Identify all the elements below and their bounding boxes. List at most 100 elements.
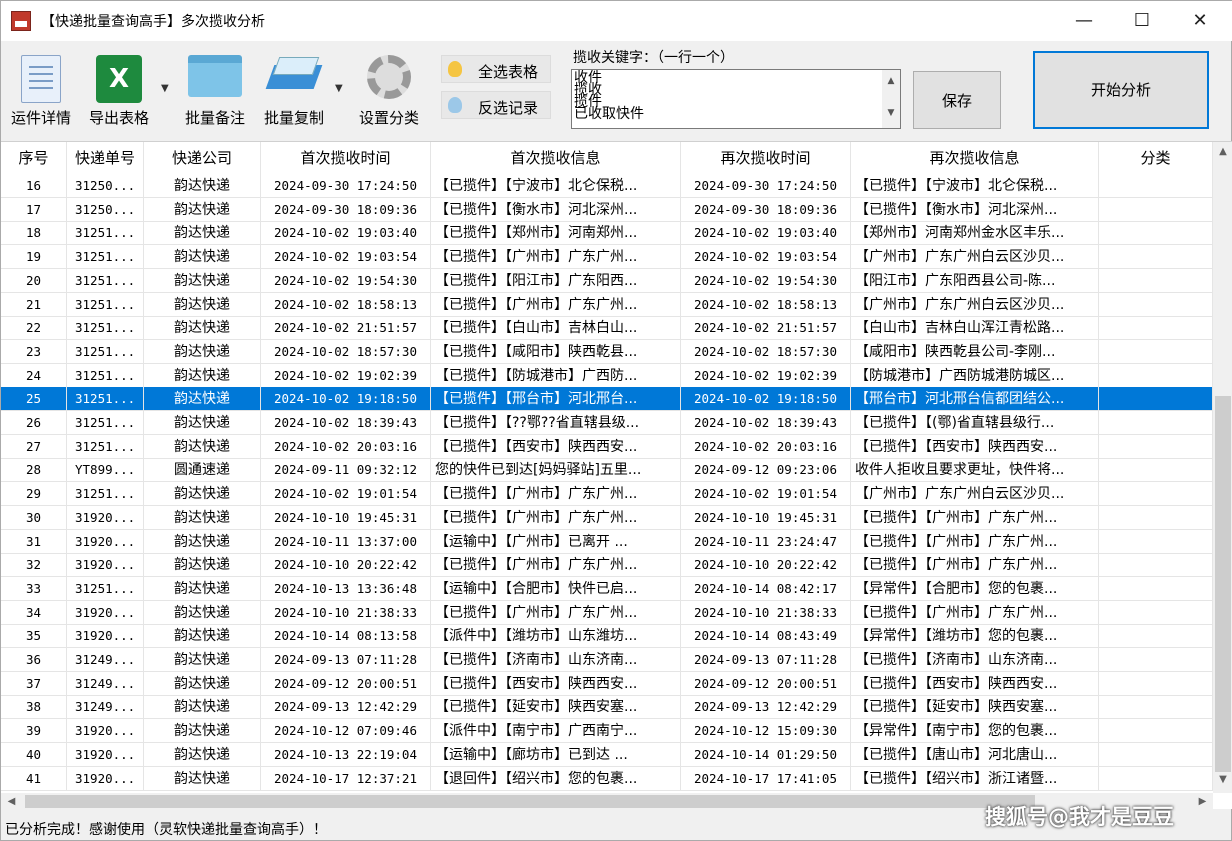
column-header[interactable]: 序号 bbox=[1, 142, 67, 174]
table-row[interactable]: 20 31251... 韵达快递 2024-10-02 19:54:30 【已揽件】【阳… bbox=[1, 268, 1213, 293]
column-header[interactable]: 分类 bbox=[1099, 142, 1213, 174]
courier-cell: 韵达快递 bbox=[144, 221, 261, 246]
scroll-down-icon[interactable]: ▼ bbox=[882, 108, 900, 118]
first-time-cell: 2024-10-02 19:02:39 bbox=[261, 363, 431, 388]
category-cell bbox=[1099, 671, 1213, 696]
export-button[interactable]: X 导出表格 bbox=[85, 49, 153, 133]
second-time-cell: 2024-10-14 08:43:49 bbox=[681, 624, 851, 649]
folder-icon bbox=[188, 55, 242, 97]
scroll-left-icon[interactable]: ◀ bbox=[3, 793, 20, 809]
table-row[interactable]: 28 YT899... 圆通速递 2024-09-11 09:32:12 您的快件已到达… bbox=[1, 458, 1213, 483]
courier-cell: 韵达快递 bbox=[144, 434, 261, 459]
table-row[interactable]: 31 31920... 韵达快递 2024-10-11 13:37:00 【运输中】【广… bbox=[1, 529, 1213, 554]
second-info-cell: 【异常件】【南宁市】您的包裹... bbox=[851, 719, 1099, 744]
table-row[interactable]: 39 31920... 韵达快递 2024-10-12 07:09:46 【派件中】【南… bbox=[1, 719, 1213, 744]
column-header[interactable]: 再次揽收信息 bbox=[851, 142, 1099, 174]
scroll-up-icon[interactable]: ▲ bbox=[882, 76, 900, 86]
index-cell: 27 bbox=[1, 434, 67, 459]
scroll-up-icon[interactable]: ▲ bbox=[1213, 146, 1232, 163]
first-time-cell: 2024-09-30 18:09:36 bbox=[261, 197, 431, 222]
vertical-scroll-thumb[interactable] bbox=[1215, 396, 1231, 772]
copy-dropdown-icon[interactable]: ▼ bbox=[335, 83, 343, 94]
first-info-cell: 【退回件】【绍兴市】您的包裹... bbox=[431, 766, 681, 791]
table-row[interactable]: 29 31251... 韵达快递 2024-10-02 19:01:54 【已揽件】【广… bbox=[1, 482, 1213, 507]
index-cell: 39 bbox=[1, 719, 67, 744]
table-row[interactable]: 33 31251... 韵达快递 2024-10-13 13:36:48 【运输中】【合… bbox=[1, 576, 1213, 601]
category-button[interactable]: 设置分类 bbox=[355, 49, 423, 133]
gear-icon bbox=[367, 55, 411, 99]
courier-cell: 韵达快递 bbox=[144, 482, 261, 507]
second-time-cell: 2024-10-02 19:02:39 bbox=[681, 363, 851, 388]
table-row[interactable]: 34 31920... 韵达快递 2024-10-10 21:38:33 【已揽件】【广… bbox=[1, 600, 1213, 625]
table-row[interactable]: 35 31920... 韵达快递 2024-10-14 08:13:58 【派件中】【潍… bbox=[1, 624, 1213, 649]
table-row[interactable]: 38 31249... 韵达快递 2024-09-13 12:42:29 【已揽件】【延… bbox=[1, 695, 1213, 720]
keywords-scrollbar[interactable]: ▲ ▼ bbox=[882, 70, 900, 128]
window-title: 【快递批量查询高手】多次揽收分析 bbox=[41, 14, 265, 30]
table-row[interactable]: 41 31920... 韵达快递 2024-10-17 12:37:21 【退回件】【绍… bbox=[1, 766, 1213, 791]
table-row[interactable]: 32 31920... 韵达快递 2024-10-10 20:22:42 【已揽件】【广… bbox=[1, 553, 1213, 578]
batch-note-button[interactable]: 批量备注 bbox=[181, 49, 249, 133]
results-table[interactable]: 序号 快递单号 快递公司 首次揽收时间 首次揽收信息 再次揽收时间 再次揽收信息 分类 16 3… bbox=[1, 141, 1232, 809]
first-time-cell: 2024-10-11 13:37:00 bbox=[261, 529, 431, 554]
table-row[interactable]: 30 31920... 韵达快递 2024-10-10 19:45:31 【已揽件】【广… bbox=[1, 505, 1213, 530]
tracking-number-cell: 31251... bbox=[67, 316, 144, 341]
table-row[interactable]: 26 31251... 韵达快递 2024-10-02 18:39:43 【已揽件】【?… bbox=[1, 411, 1213, 435]
category-cell bbox=[1099, 292, 1213, 317]
index-cell: 35 bbox=[1, 624, 67, 649]
table-row[interactable]: 16 31250... 韵达快递 2024-09-30 17:24:50 【已揽件】【宁… bbox=[1, 174, 1213, 198]
index-cell: 33 bbox=[1, 576, 67, 601]
select-all-button[interactable]: 全选表格 bbox=[441, 55, 551, 83]
first-info-cell: 【已揽件】【济南市】山东济南... bbox=[431, 648, 681, 672]
keywords-textarea[interactable]: 收件 揽收 揽件 已收取快件 ▲ ▼ bbox=[571, 69, 901, 129]
second-time-cell: 2024-10-14 01:29:50 bbox=[681, 742, 851, 767]
column-header[interactable]: 再次揽收时间 bbox=[681, 142, 851, 174]
tracking-number-cell: 31920... bbox=[67, 719, 144, 744]
table-row[interactable]: 21 31251... 韵达快递 2024-10-02 18:58:13 【已揽件】【广… bbox=[1, 292, 1213, 317]
table-row[interactable]: 27 31251... 韵达快递 2024-10-02 20:03:16 【已揽件】【西… bbox=[1, 434, 1213, 459]
invert-label: 反选记录 bbox=[478, 99, 539, 117]
invert-selection-button[interactable]: 反选记录 bbox=[441, 91, 551, 119]
maximize-button[interactable]: ☐ bbox=[1113, 1, 1171, 41]
table-row[interactable]: 25 31251... 韵达快递 2024-10-02 19:18:50 【已揽件】【邢… bbox=[1, 387, 1213, 412]
second-info-cell: 【阳江市】广东阳西县公司-陈... bbox=[851, 268, 1099, 293]
title-bar: 【快递批量查询高手】多次揽收分析 — ☐ ✕ bbox=[1, 1, 1232, 41]
table-row[interactable]: 40 31920... 韵达快递 2024-10-13 22:19:04 【运输中】【廊… bbox=[1, 742, 1213, 767]
first-info-cell: 【已揽件】【广州市】广东广州... bbox=[431, 292, 681, 317]
index-cell: 17 bbox=[1, 197, 67, 222]
second-info-cell: 【已揽件】【广州市】广东广州... bbox=[851, 553, 1099, 578]
table-row[interactable]: 19 31251... 韵达快递 2024-10-02 19:03:54 【已揽件】【广… bbox=[1, 245, 1213, 270]
excel-icon: X bbox=[96, 55, 142, 103]
scroll-down-icon[interactable]: ▼ bbox=[1213, 774, 1232, 791]
vertical-scrollbar[interactable]: ▲ ▼ bbox=[1213, 142, 1232, 793]
table-row[interactable]: 37 31249... 韵达快递 2024-09-12 20:00:51 【已揽件】【西… bbox=[1, 671, 1213, 696]
table-row[interactable]: 18 31251... 韵达快递 2024-10-02 19:03:40 【已揽件】【郑… bbox=[1, 221, 1213, 246]
column-header[interactable]: 首次揽收时间 bbox=[261, 142, 431, 174]
first-time-cell: 2024-10-02 20:03:16 bbox=[261, 434, 431, 459]
second-info-cell: 【已揽件】【广州市】广东广州... bbox=[851, 505, 1099, 530]
close-button[interactable]: ✕ bbox=[1171, 1, 1229, 41]
first-info-cell: 【已揽件】【西安市】陕西西安... bbox=[431, 434, 681, 459]
column-header[interactable]: 快递单号 bbox=[67, 142, 144, 174]
detail-button[interactable]: 运件详情 bbox=[5, 49, 77, 133]
tracking-number-cell: 31251... bbox=[67, 221, 144, 246]
horizontal-scroll-thumb[interactable] bbox=[25, 795, 1035, 808]
start-analysis-button[interactable]: 开始分析 bbox=[1033, 51, 1209, 129]
minimize-button[interactable]: — bbox=[1055, 1, 1113, 41]
export-dropdown-icon[interactable]: ▼ bbox=[161, 83, 169, 94]
index-cell: 31 bbox=[1, 529, 67, 554]
table-row[interactable]: 24 31251... 韵达快递 2024-10-02 19:02:39 【已揽件】【防… bbox=[1, 363, 1213, 388]
batch-copy-button[interactable]: 批量复制 bbox=[257, 49, 331, 133]
tracking-number-cell: 31251... bbox=[67, 363, 144, 388]
first-time-cell: 2024-10-12 07:09:46 bbox=[261, 719, 431, 744]
first-info-cell: 【派件中】【潍坊市】山东潍坊... bbox=[431, 624, 681, 649]
column-header[interactable]: 快递公司 bbox=[144, 142, 261, 174]
table-row[interactable]: 23 31251... 韵达快递 2024-10-02 18:57:30 【已揽件】【咸… bbox=[1, 339, 1213, 364]
table-row[interactable]: 36 31249... 韵达快递 2024-09-13 07:11:28 【已揽件】【济… bbox=[1, 648, 1213, 672]
tracking-number-cell: 31250... bbox=[67, 174, 144, 198]
courier-cell: 韵达快递 bbox=[144, 411, 261, 435]
table-row[interactable]: 22 31251... 韵达快递 2024-10-02 21:51:57 【已揽件】【白… bbox=[1, 316, 1213, 341]
scroll-right-icon[interactable]: ▶ bbox=[1194, 793, 1211, 809]
table-row[interactable]: 17 31250... 韵达快递 2024-09-30 18:09:36 【已揽件】【衡… bbox=[1, 197, 1213, 222]
save-button[interactable]: 保存 bbox=[913, 71, 1001, 129]
column-header[interactable]: 首次揽收信息 bbox=[431, 142, 681, 174]
